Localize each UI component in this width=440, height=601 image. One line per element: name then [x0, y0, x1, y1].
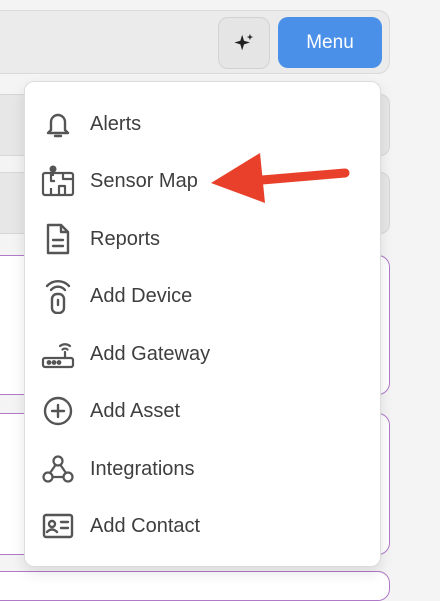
annotation-arrow [211, 153, 350, 203]
